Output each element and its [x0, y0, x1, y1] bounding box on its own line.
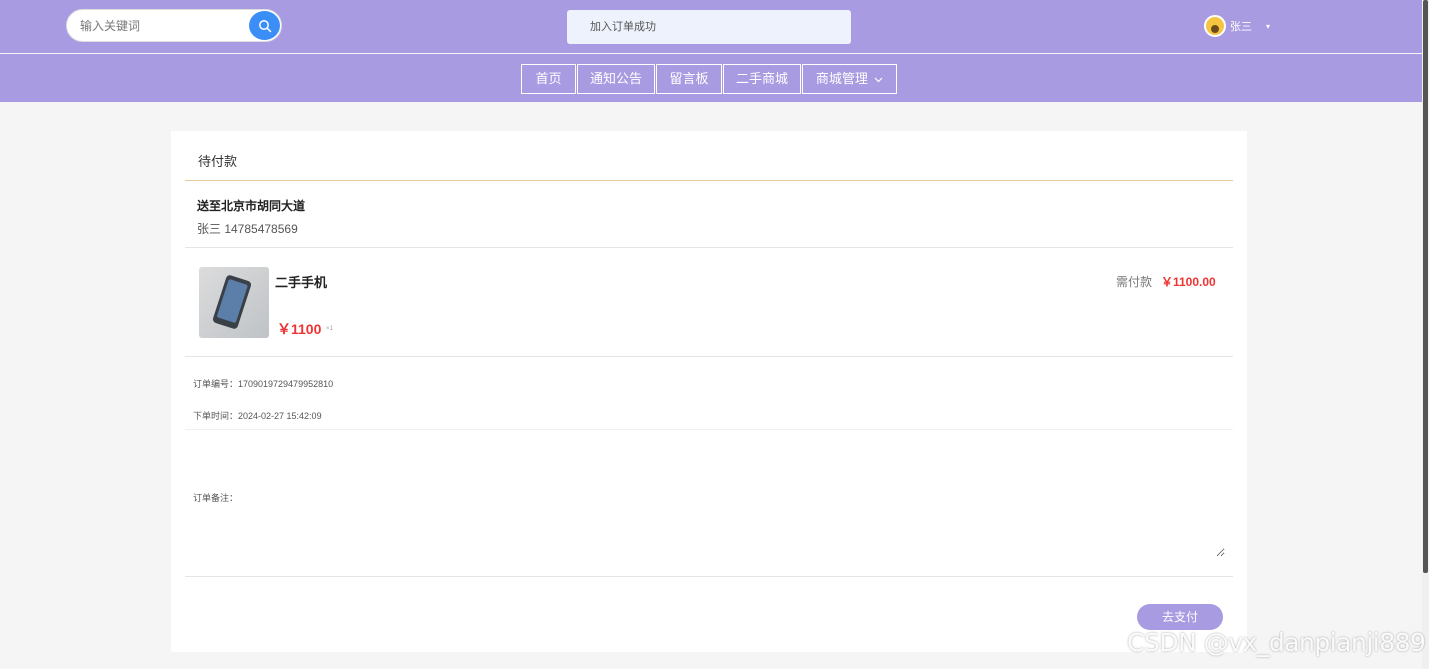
caret-down-icon: ▾ [1266, 21, 1271, 31]
nav-item-mall-management[interactable]: 商城管理 [802, 64, 897, 94]
search-button[interactable] [249, 11, 280, 40]
nav-item-label: 二手商城 [735, 71, 788, 86]
product-name[interactable]: 二手手机 [275, 272, 327, 291]
product-quantity: ×1 [326, 326, 333, 332]
nav-item-label: 留言板 [669, 71, 709, 86]
divider [185, 576, 1233, 577]
nav-item-label: 商城管理 [815, 71, 868, 86]
nav-item-notices[interactable]: 通知公告 [577, 64, 655, 94]
nav-item-label: 首页 [535, 71, 562, 86]
watermark: CSDN @vx_danpianji889 [1127, 628, 1426, 657]
divider [185, 247, 1233, 248]
shipping-address: 送至北京市胡同大道 [197, 199, 306, 213]
scrollbar-thumb[interactable] [1423, 0, 1428, 573]
contact-info: 张三 14785478569 [197, 222, 298, 236]
page-scrollbar[interactable] [1422, 0, 1429, 669]
divider [185, 429, 1233, 430]
nav-item-message-board[interactable]: 留言板 [656, 64, 722, 94]
divider [185, 180, 1233, 181]
product-price: ￥1100 [277, 321, 322, 337]
search-box [66, 9, 282, 42]
order-number: 订单编号：1709019729479952810 [193, 379, 334, 389]
search-input[interactable] [80, 17, 245, 35]
divider [185, 356, 1233, 357]
search-icon [258, 19, 271, 32]
amount-due-value: ￥1100.00 [1161, 275, 1216, 289]
amount-due-label: 需付款 [1116, 275, 1153, 289]
pay-button[interactable]: 去支付 [1137, 604, 1223, 630]
order-time: 下单时间：2024-02-27 15:42:09 [193, 411, 322, 421]
nav-item-home[interactable]: 首页 [521, 64, 576, 94]
avatar [1204, 15, 1226, 37]
nav-item-second-hand-mall[interactable]: 二手商城 [723, 64, 801, 94]
chevron-down-icon [874, 77, 883, 83]
user-name: 张三 [1230, 21, 1252, 33]
main-nav: 首页 通知公告 留言板 二手商城 商城管理 [521, 64, 898, 94]
toast-message: 加入订单成功 [567, 10, 851, 44]
order-remark-textarea[interactable] [249, 431, 1225, 557]
order-card: 待付款 送至北京市胡同大道 张三 14785478569 二手手机 ￥1100 … [171, 131, 1247, 652]
nav-bar: 首页 通知公告 留言板 二手商城 商城管理 [0, 54, 1422, 102]
order-remark-label: 订单备注： [193, 493, 239, 503]
top-header: 加入订单成功 张三 ▾ [0, 0, 1422, 53]
nav-item-label: 通知公告 [589, 71, 642, 86]
order-status-title: 待付款 [198, 154, 238, 169]
phone-icon [211, 274, 253, 330]
product-image[interactable] [199, 267, 269, 338]
user-menu[interactable]: 张三 ▾ [1204, 15, 1270, 37]
